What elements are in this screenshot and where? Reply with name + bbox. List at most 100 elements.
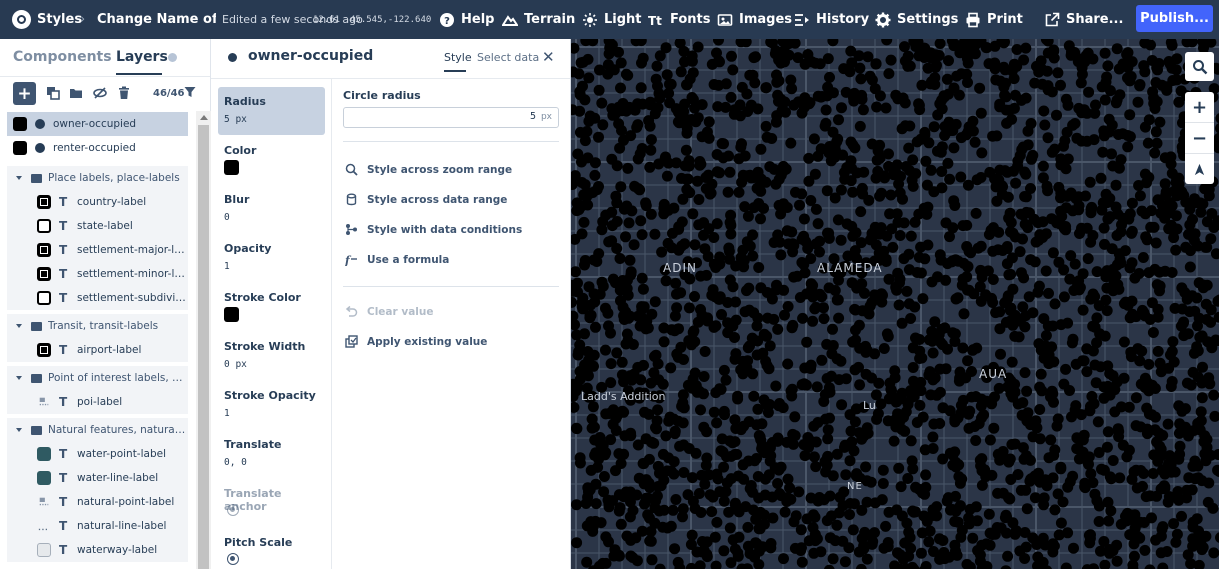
style-across-zoom-range-button[interactable]: Style across zoom range bbox=[345, 163, 512, 176]
zoom-in-button[interactable]: + bbox=[1185, 92, 1214, 122]
property-translate[interactable]: Translate 0, 0 bbox=[218, 430, 325, 478]
scroll-up-arrow-icon[interactable] bbox=[200, 115, 208, 120]
layer-list-scrollbar[interactable] bbox=[196, 111, 211, 569]
layer-row-poi-label[interactable]: T poi-label bbox=[7, 390, 188, 414]
duplicate-layer-button[interactable] bbox=[45, 85, 61, 101]
light-button[interactable]: Light bbox=[582, 0, 642, 39]
mapbox-logo-icon[interactable] bbox=[12, 10, 31, 29]
map-dot bbox=[840, 469, 851, 480]
tab-select-data[interactable]: Select data bbox=[477, 51, 539, 64]
layer-row-natural-line-label[interactable]: T natural-line-label bbox=[7, 514, 188, 538]
styles-link[interactable]: Styles bbox=[37, 0, 82, 39]
map-dot bbox=[771, 117, 782, 128]
map-dot bbox=[612, 160, 623, 171]
circle-radius-unit: px bbox=[541, 112, 552, 122]
property-stroke-color[interactable]: Stroke Color bbox=[218, 283, 325, 331]
help-button[interactable]: ? Help bbox=[439, 0, 494, 39]
tab-components[interactable]: Components bbox=[13, 49, 112, 65]
map-dot bbox=[1100, 48, 1111, 59]
map-dot bbox=[572, 278, 583, 289]
clear-value-button[interactable]: Clear value bbox=[345, 305, 433, 318]
filter-icon[interactable] bbox=[184, 86, 196, 98]
use-a-formula-button[interactable]: f Use a formula bbox=[345, 253, 449, 266]
map-dot bbox=[844, 509, 855, 520]
layer-row-water-point-label[interactable]: T water-point-label bbox=[7, 442, 188, 466]
caret-down-icon[interactable] bbox=[16, 376, 22, 380]
property-opacity[interactable]: Opacity 1 bbox=[218, 234, 325, 282]
style-name[interactable]: Change Name of S... bbox=[97, 0, 216, 39]
property-stroke-opacity[interactable]: Stroke Opacity 1 bbox=[218, 381, 325, 429]
property-stroke-width[interactable]: Stroke Width 0 px bbox=[218, 332, 325, 380]
map-dot bbox=[855, 121, 866, 132]
group-place-labels[interactable]: Place labels, place-labels bbox=[7, 166, 188, 190]
tab-style[interactable]: Style bbox=[444, 51, 472, 64]
hide-layer-button[interactable] bbox=[92, 85, 108, 101]
zoom-range-icon bbox=[345, 163, 358, 176]
layer-row-airport-label[interactable]: T airport-label bbox=[7, 338, 188, 362]
settings-button[interactable]: Settings bbox=[875, 0, 958, 39]
fonts-button[interactable]: Tt Fonts bbox=[648, 0, 711, 39]
group-layers-button[interactable] bbox=[68, 85, 84, 101]
scroll-thumb[interactable] bbox=[198, 125, 209, 569]
group-poi-labels[interactable]: Point of interest labels, poi-l... bbox=[7, 366, 188, 390]
map-dot bbox=[764, 161, 775, 172]
map-render[interactable] bbox=[571, 39, 1219, 569]
layer-row-settlement-subdivision-label[interactable]: T settlement-subdivisi... bbox=[7, 286, 188, 310]
map-dot bbox=[606, 358, 617, 369]
map-canvas[interactable]: ADIN ALAMEDA Ladd's Addition Lu AUA NE +… bbox=[571, 39, 1219, 569]
history-button[interactable]: History bbox=[794, 0, 869, 39]
layer-row-state-label[interactable]: T state-label bbox=[7, 214, 188, 238]
zoom-out-button[interactable]: − bbox=[1185, 123, 1214, 153]
active-tab-indicator bbox=[444, 70, 466, 72]
property-radius[interactable]: Radius 5 px bbox=[218, 87, 325, 135]
layer-row-waterway-label[interactable]: T waterway-label bbox=[7, 538, 188, 562]
map-dot bbox=[1170, 537, 1181, 548]
layer-row-settlement-minor-label[interactable]: T settlement-minor-la... bbox=[7, 262, 188, 286]
caret-down-icon[interactable] bbox=[16, 428, 22, 432]
print-button[interactable]: Print bbox=[965, 0, 1023, 39]
text-layer-icon: T bbox=[59, 243, 69, 257]
map-dot bbox=[894, 300, 905, 311]
tab-layers[interactable]: Layers bbox=[116, 49, 168, 65]
layer-title[interactable]: owner-occupied bbox=[248, 48, 373, 64]
layer-row-settlement-major-label[interactable]: T settlement-major-la... bbox=[7, 238, 188, 262]
property-color[interactable]: Color bbox=[218, 136, 325, 184]
layer-row-natural-point-label[interactable]: T natural-point-label bbox=[7, 490, 188, 514]
delete-layer-button[interactable] bbox=[116, 85, 132, 101]
caret-down-icon[interactable] bbox=[16, 324, 22, 328]
layer-row-water-line-label[interactable]: T water-line-label bbox=[7, 466, 188, 490]
layer-row-renter-occupied[interactable]: renter-occupied bbox=[7, 136, 188, 160]
map-dot bbox=[751, 538, 762, 549]
map-search-button[interactable] bbox=[1185, 52, 1214, 81]
layer-row-owner-occupied[interactable]: owner-occupied bbox=[7, 112, 188, 136]
map-dot bbox=[971, 501, 982, 512]
map-dot bbox=[674, 441, 685, 452]
style-across-data-range-button[interactable]: Style across data range bbox=[345, 193, 507, 206]
share-button[interactable]: Share... bbox=[1044, 0, 1123, 39]
publish-button[interactable]: Publish... bbox=[1136, 5, 1213, 32]
group-transit-labels[interactable]: Transit, transit-labels bbox=[7, 314, 188, 338]
style-with-data-conditions-button[interactable]: Style with data conditions bbox=[345, 223, 522, 236]
map-dot bbox=[1119, 373, 1130, 384]
map-dot bbox=[963, 409, 974, 420]
add-layer-button[interactable]: + bbox=[13, 82, 36, 105]
compass-button[interactable] bbox=[1185, 154, 1214, 184]
map-dot bbox=[845, 498, 856, 509]
layer-row-country-label[interactable]: T country-label bbox=[7, 190, 188, 214]
map-dot bbox=[951, 294, 962, 305]
map-dot bbox=[688, 374, 699, 385]
map-dot bbox=[631, 490, 642, 501]
circle-radius-input[interactable]: 5 px bbox=[343, 107, 559, 128]
map-dot bbox=[950, 457, 961, 468]
apply-existing-value-button[interactable]: Apply existing value bbox=[345, 335, 487, 348]
property-blur[interactable]: Blur 0 bbox=[218, 185, 325, 233]
caret-down-icon[interactable] bbox=[16, 176, 22, 180]
terrain-button[interactable]: Terrain bbox=[502, 0, 575, 39]
images-button[interactable]: Images bbox=[717, 0, 792, 39]
close-icon[interactable]: ✕ bbox=[542, 48, 555, 66]
property-translate-anchor[interactable]: Translate anchor bbox=[218, 479, 325, 527]
group-natural-features[interactable]: Natural features, natural-la... bbox=[7, 418, 188, 442]
map-dot bbox=[726, 557, 737, 568]
map-dot bbox=[1154, 267, 1165, 278]
map-dot bbox=[1174, 428, 1185, 439]
